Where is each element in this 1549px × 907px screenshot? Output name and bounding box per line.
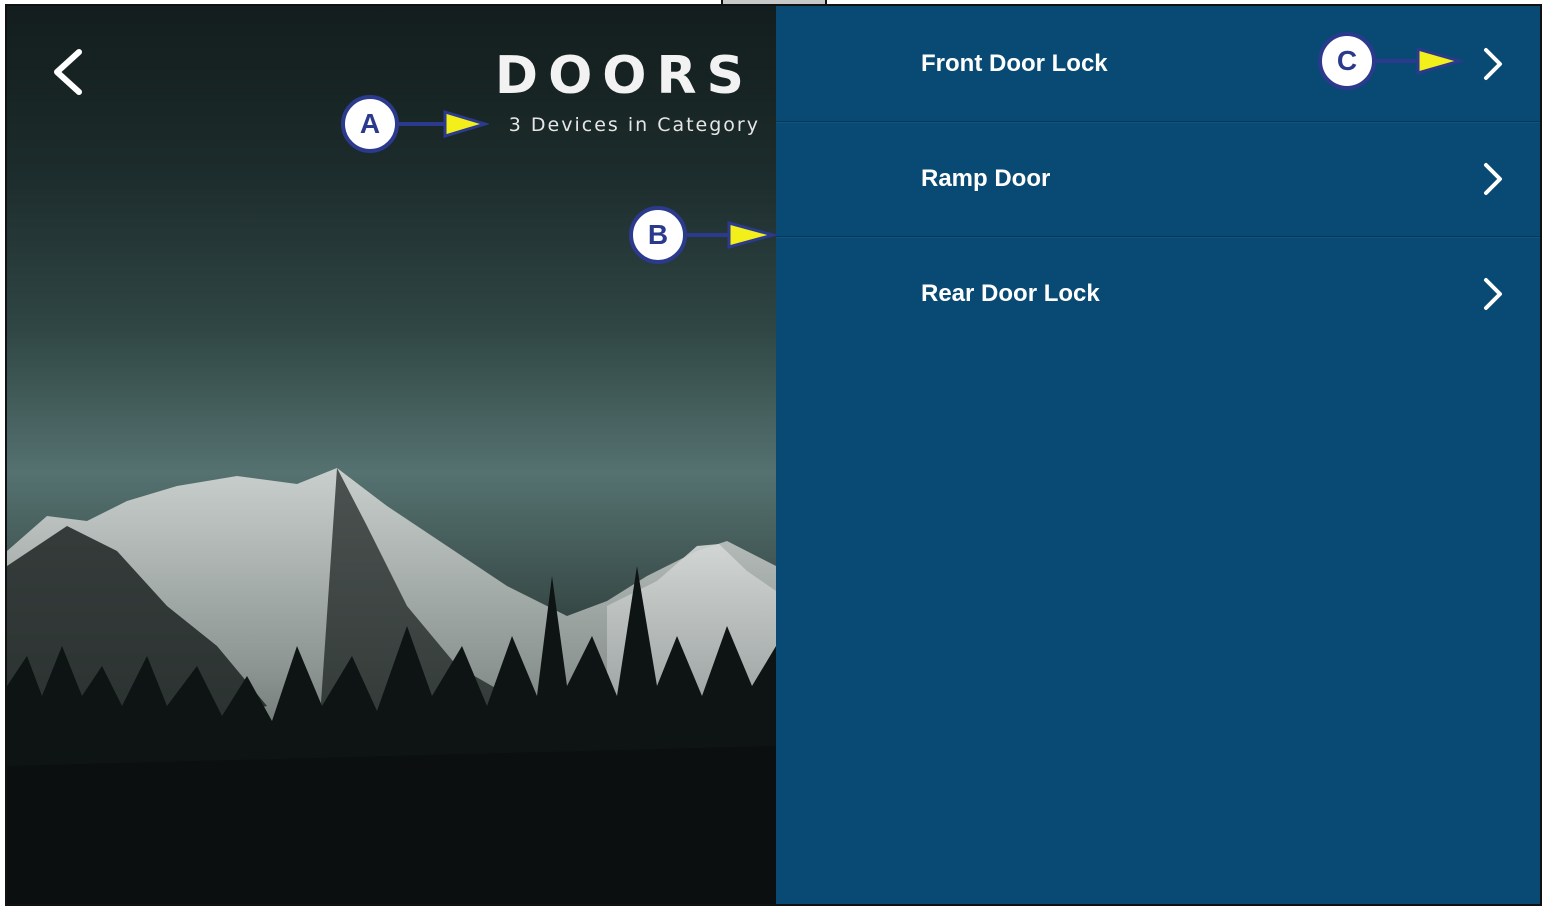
device-count-subtitle: 3 Devices in Category <box>508 114 760 136</box>
device-list: Front Door Lock Ramp Door Rear Door Lock <box>776 6 1540 904</box>
device-row-rear-door-lock[interactable]: Rear Door Lock <box>776 236 1540 351</box>
callout-a: A <box>341 95 399 153</box>
callout-b: B <box>629 206 687 264</box>
back-button[interactable] <box>51 48 101 108</box>
chevron-left-icon <box>54 49 82 95</box>
callout-b-arrow-icon <box>685 221 777 249</box>
chevron-right-icon <box>1484 277 1502 310</box>
page-title: DOORS <box>494 46 754 106</box>
top-notch <box>721 0 827 6</box>
callout-a-arrow-icon <box>397 110 489 138</box>
chevron-right-icon <box>1484 47 1502 80</box>
callout-c-arrow-icon <box>1374 47 1464 75</box>
callout-c: C <box>1318 32 1376 90</box>
device-row-ramp-door[interactable]: Ramp Door <box>776 121 1540 237</box>
device-label: Ramp Door <box>921 164 1051 192</box>
device-label: Rear Door Lock <box>921 279 1100 307</box>
device-screen: DOORS 3 Devices in Category Front Door L… <box>5 4 1542 906</box>
chevron-right-icon <box>1484 162 1502 195</box>
device-label: Front Door Lock <box>921 49 1108 77</box>
